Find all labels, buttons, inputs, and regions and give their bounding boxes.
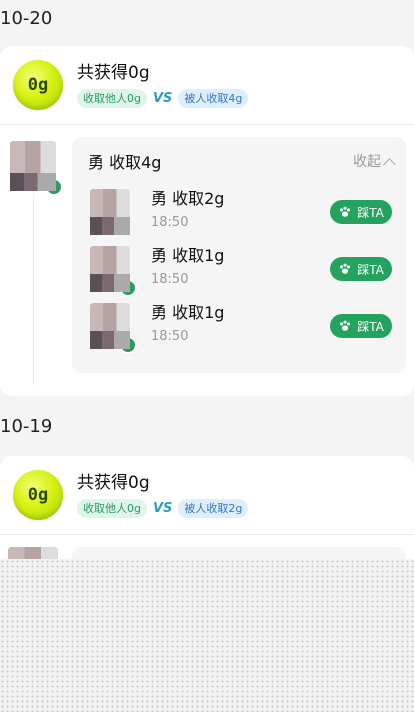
list-item: 勇 收取1g 18:50 踩TA bbox=[72, 299, 406, 356]
step-on-button[interactable]: 踩TA bbox=[330, 200, 392, 224]
list-item: 勇 收取1g 18:50 踩TA bbox=[72, 242, 406, 299]
paw-icon bbox=[340, 263, 351, 274]
timeline-line bbox=[33, 195, 34, 385]
collapse-label: 收起 bbox=[353, 154, 381, 170]
date-label: 10-19 bbox=[0, 416, 53, 437]
vs-label: VS bbox=[152, 91, 173, 106]
collapse-button[interactable]: 收起 bbox=[353, 151, 396, 171]
day-card: 0g 共获得0g 收取他人0g VS 被人收取4g 勇 收取4g 收起 勇 收取… bbox=[0, 46, 414, 396]
list-item: 勇 收取2g 18:50 踩TA bbox=[72, 185, 406, 242]
item-time: 18:50 bbox=[151, 272, 189, 287]
detail-section: 勇 收取4g 收起 勇 收取2g 18:50 踩TA 勇 收取1g 18:50 … bbox=[0, 125, 414, 397]
step-on-label: 踩TA bbox=[357, 319, 384, 334]
avatar[interactable] bbox=[90, 303, 137, 354]
paw-icon bbox=[340, 206, 351, 217]
chevron-up-icon bbox=[383, 157, 396, 171]
item-time: 18:50 bbox=[151, 329, 189, 344]
paw-icon bbox=[340, 320, 351, 331]
step-on-button[interactable]: 踩TA bbox=[330, 314, 392, 338]
item-title: 勇 收取1g bbox=[151, 246, 225, 265]
day-summary: 0g 共获得0g 收取他人0g VS 被人收取2g bbox=[0, 456, 414, 534]
avatar[interactable] bbox=[90, 246, 137, 297]
step-on-label: 踩TA bbox=[357, 205, 384, 220]
date-label: 10-20 bbox=[0, 8, 53, 29]
collected-by-others-badge: 被人收取2g bbox=[178, 499, 249, 518]
avatar[interactable] bbox=[10, 141, 63, 196]
avatar[interactable] bbox=[90, 189, 130, 235]
loading-overlay bbox=[0, 559, 414, 712]
item-title: 勇 收取2g bbox=[151, 189, 225, 208]
collected-by-others-badge: 被人收取4g bbox=[178, 89, 249, 108]
energy-ball-icon: 0g bbox=[13, 60, 63, 110]
energy-ball-icon: 0g bbox=[13, 470, 63, 520]
total-energy: 共获得0g bbox=[77, 63, 150, 83]
detail-panel: 勇 收取4g 收起 勇 收取2g 18:50 踩TA 勇 收取1g 18:50 … bbox=[72, 137, 406, 373]
collected-others-badge: 收取他人0g bbox=[77, 499, 147, 518]
vs-label: VS bbox=[152, 501, 173, 516]
step-on-label: 踩TA bbox=[357, 262, 384, 277]
collected-others-badge: 收取他人0g bbox=[77, 89, 147, 108]
day-summary: 0g 共获得0g 收取他人0g VS 被人收取4g bbox=[0, 46, 414, 124]
item-time: 18:50 bbox=[151, 215, 189, 230]
leaf-badge-icon bbox=[119, 279, 137, 297]
total-energy: 共获得0g bbox=[77, 473, 150, 493]
detail-title: 勇 收取4g bbox=[88, 153, 162, 172]
item-title: 勇 收取1g bbox=[151, 303, 225, 322]
leaf-badge-icon bbox=[45, 178, 63, 196]
step-on-button[interactable]: 踩TA bbox=[330, 257, 392, 281]
leaf-badge-icon bbox=[119, 336, 137, 354]
